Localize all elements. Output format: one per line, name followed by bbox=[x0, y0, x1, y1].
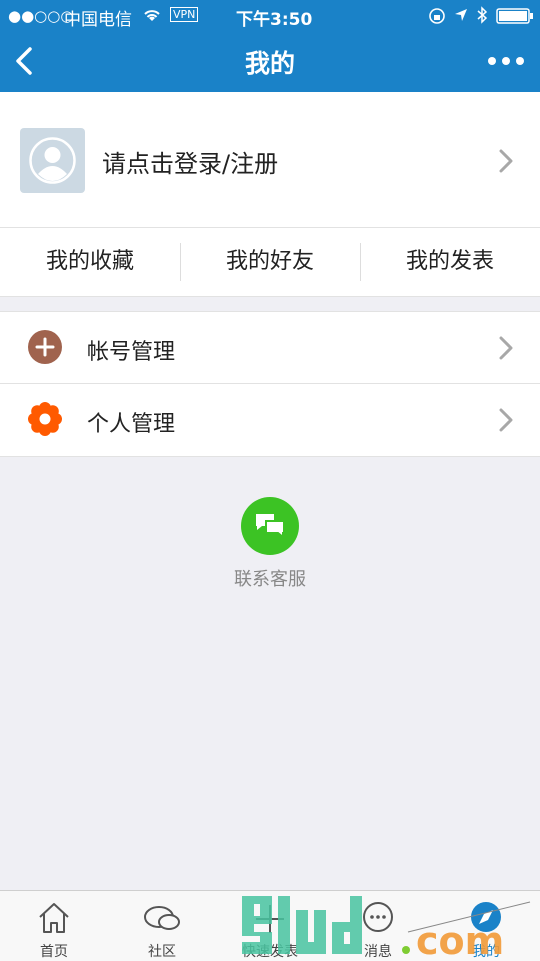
user-silhouette-icon bbox=[29, 137, 76, 184]
bluetooth-icon bbox=[477, 6, 488, 24]
battery-icon bbox=[496, 8, 533, 24]
home-icon bbox=[39, 903, 69, 933]
quick-links: 我的收藏 我的好友 我的发表 bbox=[0, 228, 540, 297]
more-button[interactable] bbox=[486, 50, 526, 72]
account-management-row[interactable]: 帐号管理 bbox=[0, 312, 540, 383]
profile-login-row[interactable]: 请点击登录/注册 bbox=[0, 92, 540, 228]
tab-home-label: 首页 bbox=[40, 944, 68, 960]
contact-service-button[interactable]: 联系客服 bbox=[220, 497, 320, 597]
chat-bubbles-icon bbox=[256, 514, 285, 540]
tab-home[interactable]: 首页 bbox=[0, 891, 108, 961]
tab-mine[interactable]: 我的 bbox=[432, 891, 540, 961]
page-title: 我的 bbox=[244, 49, 295, 78]
my-favorites-link[interactable]: 我的收藏 bbox=[0, 228, 180, 296]
contact-service-label: 联系客服 bbox=[234, 569, 306, 590]
tab-community-label: 社区 bbox=[148, 944, 176, 960]
status-bar: ●●○○○ 中国电信 VPN 下午3:50 bbox=[0, 0, 540, 30]
service-circle bbox=[241, 497, 299, 555]
chevron-right-icon bbox=[499, 336, 513, 360]
tab-messages-label: 消息 bbox=[364, 944, 392, 960]
tab-quick-post-label: 快速发表 bbox=[242, 944, 298, 960]
settings-menu: 帐号管理 个人管理 bbox=[0, 311, 540, 457]
carrier-name: 中国电信 bbox=[64, 10, 132, 30]
location-arrow-icon bbox=[455, 9, 467, 21]
chat-bubbles-icon bbox=[144, 906, 180, 930]
nav-bar: 我的 bbox=[0, 30, 540, 92]
message-icon bbox=[363, 902, 393, 932]
login-register-label: 请点击登录/注册 bbox=[102, 150, 279, 178]
plus-circle-icon bbox=[28, 330, 62, 364]
tab-mine-label: 我的 bbox=[472, 944, 500, 960]
chevron-right-icon bbox=[499, 408, 513, 432]
vpn-badge: VPN bbox=[170, 7, 199, 22]
rotation-lock-icon bbox=[429, 8, 445, 24]
compass-icon bbox=[471, 902, 501, 932]
my-friends-link[interactable]: 我的好友 bbox=[180, 228, 360, 296]
tab-quick-post[interactable]: 快速发表 bbox=[216, 891, 324, 961]
avatar bbox=[20, 128, 85, 193]
tab-bar: 首页 社区 快速发表 消息 我的 bbox=[0, 890, 540, 961]
flower-gear-icon bbox=[28, 402, 62, 436]
personal-management-label: 个人管理 bbox=[87, 412, 176, 437]
tab-messages[interactable]: 消息 bbox=[324, 891, 432, 961]
wifi-icon bbox=[144, 10, 160, 21]
chevron-right-icon bbox=[499, 149, 513, 173]
tab-community[interactable]: 社区 bbox=[108, 891, 216, 961]
account-management-label: 帐号管理 bbox=[87, 340, 176, 365]
ellipsis-icon bbox=[488, 57, 524, 65]
personal-management-row[interactable]: 个人管理 bbox=[0, 384, 540, 455]
my-posts-link[interactable]: 我的发表 bbox=[360, 228, 540, 296]
clock: 下午3:50 bbox=[236, 10, 313, 30]
plus-icon bbox=[256, 905, 284, 933]
